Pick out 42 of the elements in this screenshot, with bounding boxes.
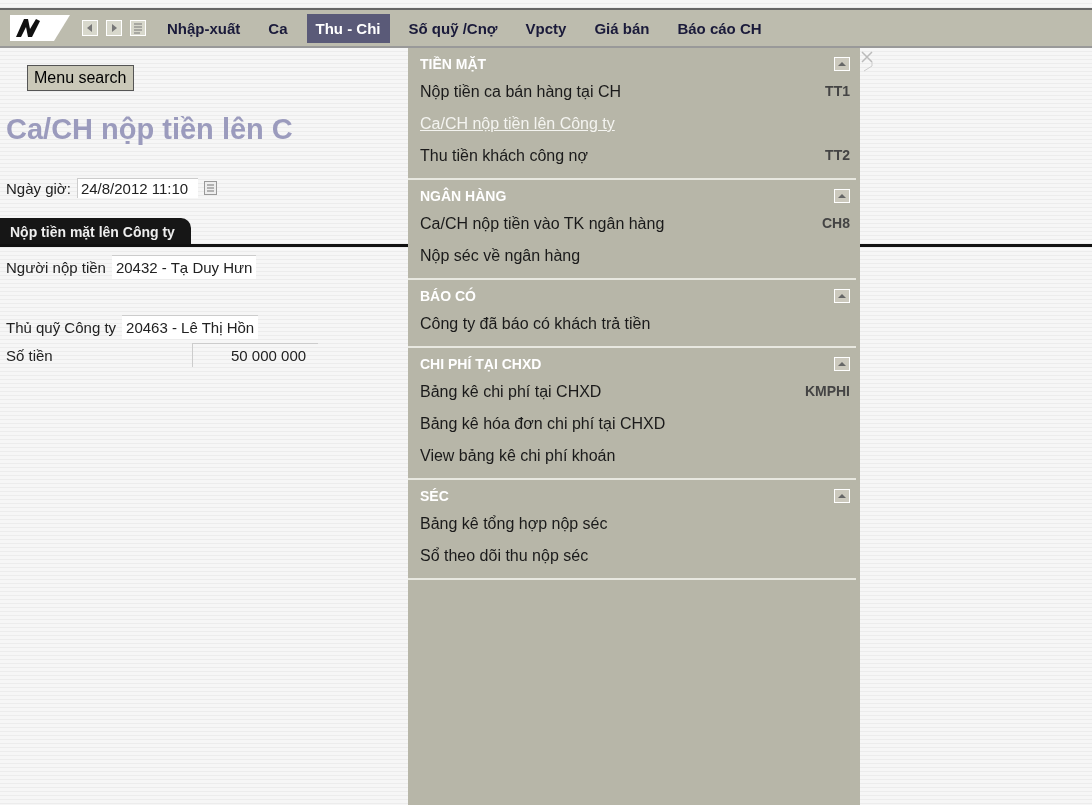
menu-entry[interactable]: Thu tiền khách công nợ TT2: [408, 140, 856, 172]
menu-search-button[interactable]: Menu search: [27, 65, 134, 91]
menu-entry[interactable]: Bảng kê hóa đơn chi phí tại CHXD: [408, 408, 856, 440]
section-title: CHI PHÍ TẠI CHXD: [420, 356, 542, 372]
menu-item[interactable]: Giá bán: [585, 13, 659, 43]
menu-entry[interactable]: Nộp tiền ca bán hàng tại CH TT1: [408, 76, 856, 108]
menu-item[interactable]: Vpcty: [516, 13, 576, 43]
menu-entry[interactable]: Ca/CH nộp tiền vào TK ngân hàng CH8: [408, 208, 856, 240]
collapse-icon[interactable]: [834, 289, 850, 303]
date-field[interactable]: 24/8/2012 11:10: [76, 178, 199, 198]
menu-entry[interactable]: Nộp séc về ngân hàng: [408, 240, 856, 272]
logo-icon: [10, 15, 70, 41]
collapse-icon[interactable]: [834, 357, 850, 371]
input-field[interactable]: 20463 - Lê Thị Hồn: [122, 315, 259, 339]
collapse-icon[interactable]: [834, 57, 850, 71]
collapse-icon[interactable]: [834, 489, 850, 503]
section-title: TIỀN MẶT: [420, 56, 487, 72]
section-title: NGÂN HÀNG: [420, 188, 507, 204]
page-title: Ca/CH nộp tiền lên C: [6, 113, 294, 146]
menu-item[interactable]: Nhập-xuất: [158, 13, 250, 43]
menu-entry[interactable]: Bảng kê chi phí tại CHXD KMPHI: [408, 376, 856, 408]
field-label: Người nộp tiền: [6, 258, 106, 276]
input-field[interactable]: 20432 - Tạ Duy Hưn: [111, 255, 257, 279]
section-title: SÉC: [420, 488, 449, 504]
menu-entry[interactable]: Bảng kê tổng hợp nộp séc: [408, 508, 856, 540]
collapse-icon[interactable]: [834, 189, 850, 203]
menu-item[interactable]: Số quỹ /Cnợ: [399, 13, 507, 43]
menu-item[interactable]: Thu - Chi: [306, 13, 390, 43]
field-label: Thủ quỹ Công ty: [6, 318, 117, 336]
forward-icon[interactable]: [106, 20, 122, 36]
date-label: Ngày giờ:: [6, 179, 71, 197]
calendar-icon[interactable]: [204, 181, 218, 195]
section-title: BÁO CÓ: [420, 288, 476, 304]
back-icon[interactable]: [82, 20, 98, 36]
menu-item[interactable]: Ca: [259, 13, 297, 43]
menu-entry[interactable]: Công ty đã báo có khách trả tiền: [408, 308, 856, 340]
form-tab[interactable]: Nộp tiền mặt lên Công ty: [0, 218, 191, 244]
menu-item[interactable]: Báo cáo CH: [668, 13, 771, 43]
menu-entry[interactable]: View bảng kê chi phí khoán: [408, 440, 856, 472]
field-label: Số tiền: [6, 346, 54, 364]
menu-entry[interactable]: Sổ theo dõi thu nộp séc: [408, 540, 856, 572]
input-field[interactable]: 50 000 000: [192, 343, 319, 367]
